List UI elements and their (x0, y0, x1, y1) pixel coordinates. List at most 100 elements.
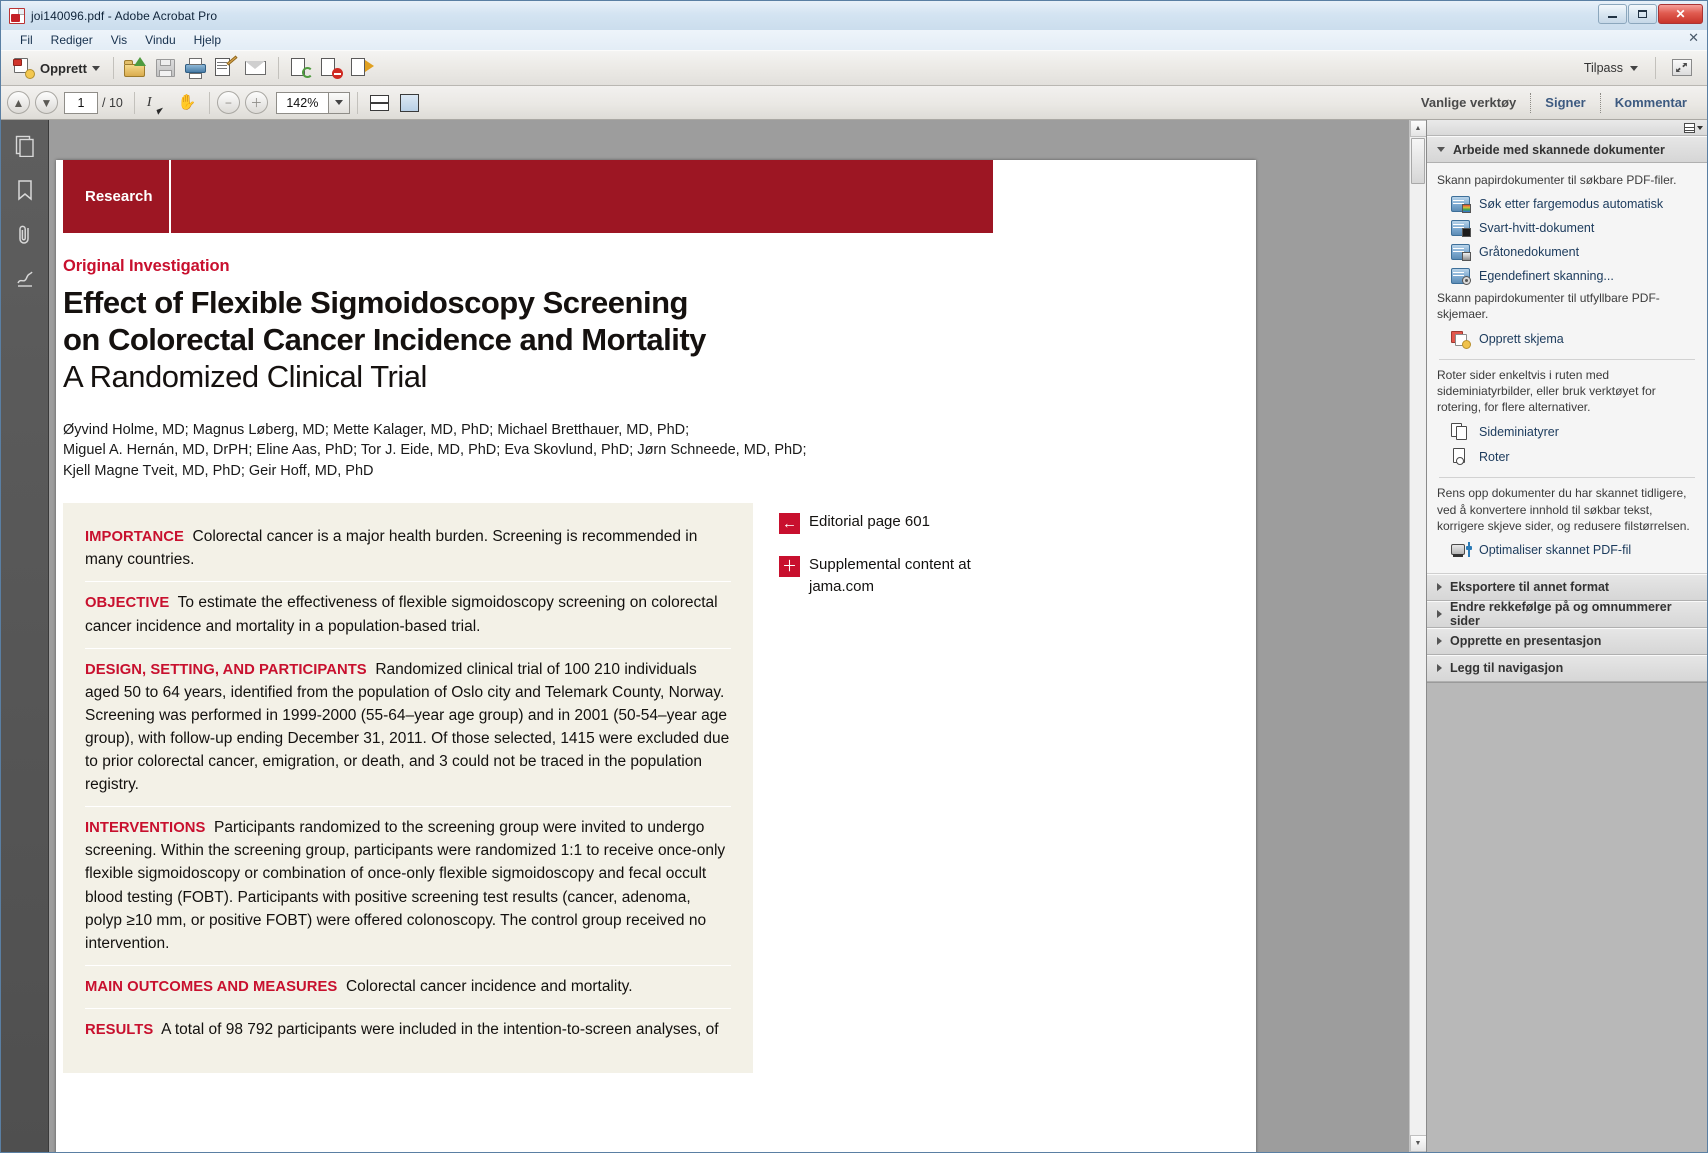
toolbar-separator-2 (277, 57, 279, 79)
tools-section-navigation-header[interactable]: Legg til navigasjon (1427, 654, 1707, 682)
share-button[interactable] (286, 54, 316, 82)
scroll-up-arrow[interactable]: ▲ (1409, 120, 1426, 137)
nav-separator-2 (208, 91, 210, 114)
scroll-down-arrow[interactable]: ▼ (1409, 1135, 1426, 1152)
tools-section-export-header[interactable]: Eksportere til annet format (1427, 573, 1707, 601)
select-tool-button[interactable]: I (142, 89, 172, 117)
attachments-icon (18, 225, 29, 244)
email-button[interactable] (241, 54, 271, 82)
forward-button[interactable] (346, 54, 376, 82)
tools-section-presentation-title: Opprette en presentasjon (1450, 634, 1602, 649)
signatures-panel-button[interactable] (10, 264, 40, 292)
supplemental-link[interactable]: ＋ Supplemental content at jama.com (779, 554, 994, 597)
zoom-in-button[interactable]: ＋ (244, 91, 268, 114)
tool-bw-document[interactable]: Svart-hvitt-dokument (1437, 216, 1697, 240)
create-button[interactable]: Opprett (7, 56, 106, 80)
open-file-button[interactable] (121, 54, 151, 82)
scroll-thumb[interactable] (1411, 138, 1425, 184)
article-side-links: ← Editorial page 601 ＋ Supplemental cont… (779, 503, 994, 1073)
scan-gray-icon (1451, 244, 1471, 262)
tools-section-scanned-docs-header[interactable]: Arbeide med skannede dokumenter (1427, 136, 1707, 163)
bookmarks-icon (17, 180, 32, 201)
menu-item-vindu[interactable]: Vindu (136, 32, 184, 48)
tool-custom-scan-label: Egendefinert skanning... (1479, 269, 1614, 284)
menu-item-fil[interactable]: Fil (11, 32, 42, 48)
document-scroll-area[interactable]: Research Original Investigation Effect o… (49, 120, 1409, 1152)
nav-right-links: Vanlige verktøy Signer Kommentar (1407, 92, 1701, 113)
tools-section-presentation-header[interactable]: Opprette en presentasjon (1427, 627, 1707, 655)
chevron-right-icon (1437, 664, 1442, 673)
page-number-input[interactable]: 1 (64, 91, 98, 114)
next-page-button[interactable]: ▼ (35, 91, 58, 114)
tools-section-reorder-header[interactable]: Endre rekkefølge på og omnummerer sider (1427, 600, 1707, 628)
minimize-button[interactable] (1598, 4, 1627, 24)
abstract-text-objective: To estimate the effectiveness of flexibl… (85, 594, 718, 635)
navigation-toolbar: ▲ ▼ 1 / 10 I ✋ − ＋ 142% Vanlige verktøy (1, 86, 1707, 120)
editorial-link[interactable]: ← Editorial page 601 (779, 511, 994, 535)
sign-document-button[interactable] (211, 54, 241, 82)
sign-tab[interactable]: Signer (1531, 95, 1599, 110)
abstract-label-outcomes: MAIN OUTCOMES AND MEASURES (85, 978, 338, 995)
tool-page-thumbnails[interactable]: Sideminiatyrer (1437, 419, 1697, 444)
tool-auto-color-scan[interactable]: Søk etter fargemodus automatisk (1437, 192, 1697, 216)
maximize-button[interactable] (1628, 4, 1657, 24)
print-button[interactable] (181, 54, 211, 82)
zoom-out-button[interactable]: − (216, 91, 240, 114)
create-icon (13, 58, 35, 79)
share-icon (289, 57, 313, 79)
tool-auto-color-scan-label: Søk etter fargemodus automatisk (1479, 197, 1664, 212)
fit-width-button[interactable] (365, 89, 395, 117)
fit-dropdown[interactable]: Tilpass (1578, 58, 1644, 78)
chevron-right-icon (1437, 583, 1442, 592)
bookmarks-panel-button[interactable] (10, 176, 40, 204)
create-label: Opprett (40, 60, 87, 76)
page-thumbnails-icon (1451, 423, 1470, 441)
expand-toolbar-button[interactable] (1667, 54, 1697, 82)
tool-custom-scan[interactable]: Egendefinert skanning... (1437, 264, 1697, 288)
tool-page-thumbnails-label: Sideminiatyrer (1479, 424, 1559, 439)
delete-icon (319, 57, 343, 79)
title-bar: joi140096.pdf - Adobe Acrobat Pro ✕ (1, 1, 1707, 30)
tool-optimize-scanned-pdf[interactable]: Optimaliser skannet PDF-fil (1437, 538, 1697, 563)
zoom-dropdown-button[interactable] (327, 91, 350, 114)
nav-separator-3 (356, 91, 358, 114)
close-button[interactable]: ✕ (1658, 4, 1703, 24)
zoom-level-input[interactable]: 142% (275, 91, 328, 114)
close-document-icon[interactable]: ✕ (1688, 32, 1699, 45)
comment-tab[interactable]: Kommentar (1601, 95, 1701, 110)
create-form-icon (1451, 330, 1471, 350)
menu-item-rediger[interactable]: Rediger (42, 32, 102, 48)
attachments-panel-button[interactable] (10, 220, 40, 248)
abstract-section-outcomes: MAIN OUTCOMES AND MEASURES Colorectal ca… (85, 966, 731, 1009)
select-tool-icon: I (145, 92, 169, 115)
menu-item-hjelp[interactable]: Hjelp (185, 32, 230, 48)
scan-bw-icon (1451, 220, 1471, 238)
fit-page-button[interactable] (395, 89, 425, 117)
optimize-scan-desc: Rens opp dokumenter du har skannet tidli… (1437, 486, 1690, 533)
tool-create-form[interactable]: Opprett skjema (1437, 326, 1697, 351)
previous-page-button[interactable]: ▲ (7, 91, 30, 114)
scan-forms-desc: Skann papirdokumenter til utfyllbare PDF… (1437, 291, 1660, 322)
chevron-down-icon[interactable] (1697, 125, 1703, 130)
tools-panel-header (1427, 120, 1707, 136)
tools-section-export-title: Eksportere til annet format (1450, 580, 1610, 595)
common-tools-tab[interactable]: Vanlige verktøy (1407, 95, 1530, 110)
abstract-section-importance: IMPORTANCE Colorectal cancer is a major … (85, 521, 731, 583)
arrow-left-icon: ← (779, 513, 800, 535)
abstract-label-results: RESULTS (85, 1021, 154, 1038)
menu-item-vis[interactable]: Vis (102, 32, 136, 48)
tool-grayscale-document[interactable]: Gråtonedokument (1437, 240, 1697, 264)
abstract-text-results: A total of 98 792 participants were incl… (161, 1020, 719, 1038)
banner-research-label: Research (63, 160, 171, 233)
nav-separator-1 (133, 91, 135, 114)
hand-tool-button[interactable]: ✋ (172, 89, 202, 117)
document-vertical-scrollbar[interactable]: ▲ ▼ (1409, 120, 1426, 1152)
page-thumbnails-panel-button[interactable] (10, 132, 40, 160)
page-total-label: / 10 (102, 95, 123, 110)
tools-section-scanned-docs-body: Skann papirdokumenter til søkbare PDF-fi… (1427, 163, 1707, 574)
panel-options-icon[interactable] (1684, 122, 1695, 133)
save-file-button[interactable] (151, 54, 181, 82)
tool-rotate[interactable]: Roter (1437, 444, 1697, 469)
open-icon (123, 57, 148, 79)
delete-pages-button[interactable] (316, 54, 346, 82)
